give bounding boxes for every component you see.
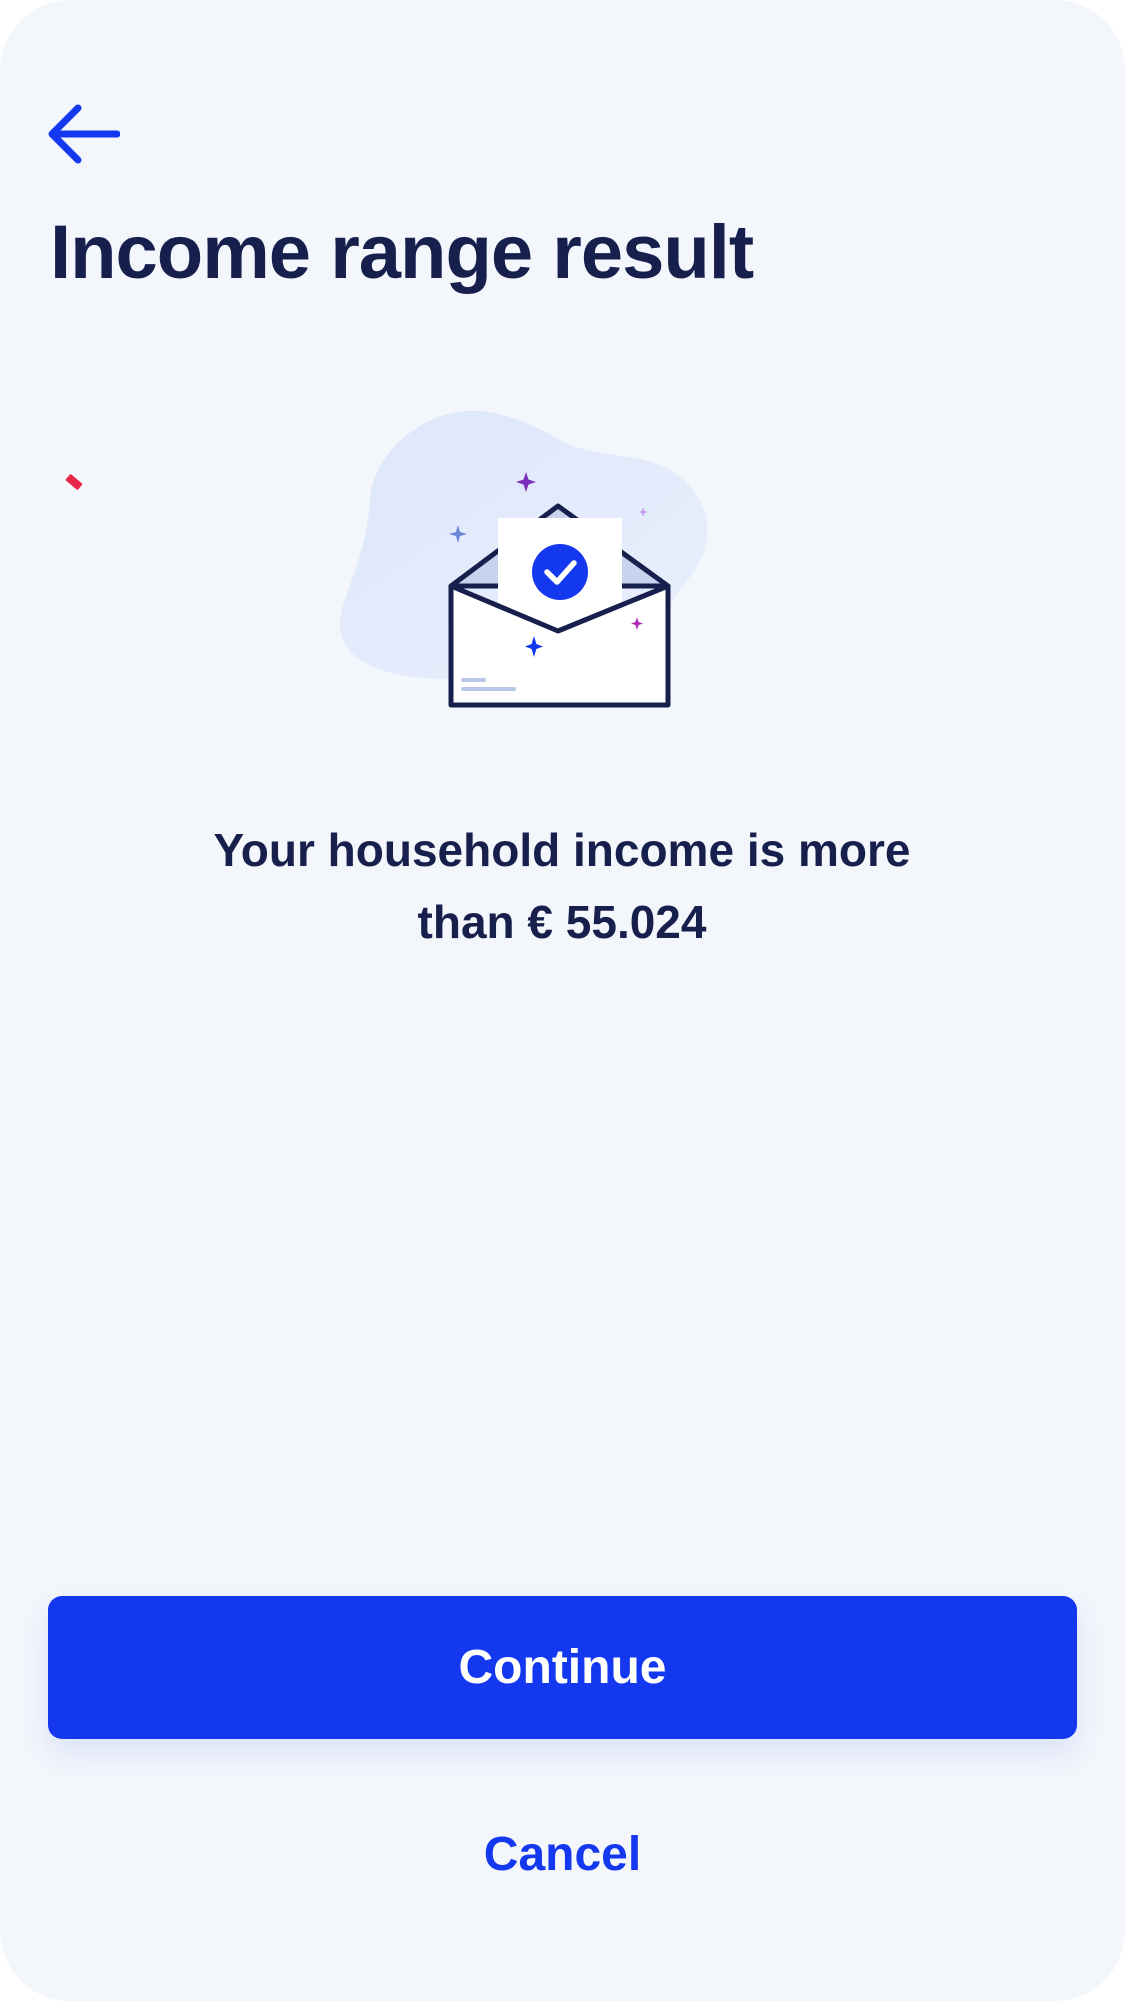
confetti-piece bbox=[65, 473, 83, 491]
result-text: Your household income is more than € 55.… bbox=[112, 814, 1012, 958]
result-line-2: than € 55.024 bbox=[417, 896, 707, 948]
result-line-1: Your household income is more bbox=[213, 824, 911, 876]
arrow-left-icon bbox=[48, 104, 120, 164]
back-button[interactable] bbox=[44, 96, 134, 172]
continue-button[interactable]: Continue bbox=[48, 1596, 1077, 1739]
income-range-result-screen: Income range result Your household incom… bbox=[0, 0, 1125, 2001]
page-title: Income range result bbox=[50, 210, 754, 295]
envelope-check-icon bbox=[340, 410, 708, 708]
cancel-button[interactable]: Cancel bbox=[0, 1820, 1125, 1890]
